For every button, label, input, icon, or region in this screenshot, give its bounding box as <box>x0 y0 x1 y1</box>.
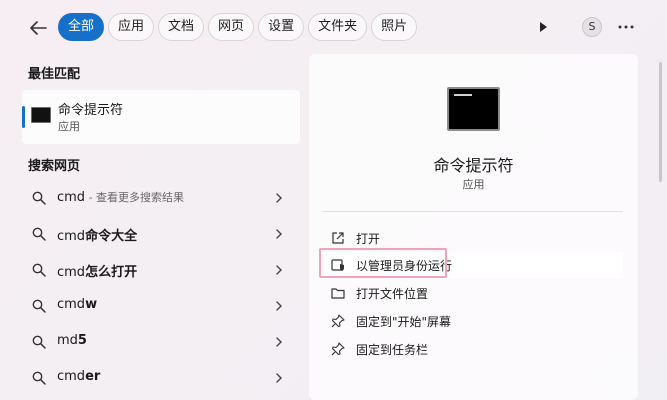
tab-documents[interactable]: 文档 <box>158 13 205 41</box>
action-open[interactable]: 打开 <box>323 225 623 251</box>
more-options-icon[interactable] <box>615 16 637 38</box>
user-avatar[interactable]: S <box>582 17 602 37</box>
action-label: 打开 <box>356 232 381 246</box>
chevron-right-icon <box>276 373 282 383</box>
tab-folders[interactable]: 文件夹 <box>308 13 368 41</box>
action-label: 以管理员身份运行 <box>356 259 453 273</box>
scrollbar-thumb[interactable] <box>659 62 662 182</box>
shield-admin-icon <box>331 259 344 271</box>
chevron-right-icon <box>276 265 282 275</box>
tab-settings[interactable]: 设置 <box>258 13 305 41</box>
tab-photos[interactable]: 照片 <box>371 13 418 41</box>
search-icon <box>32 227 46 241</box>
search-icon <box>32 191 46 205</box>
search-icon <box>32 299 46 313</box>
chevron-right-icon <box>276 301 282 311</box>
result-query-bold: er <box>85 369 101 384</box>
tab-all[interactable]: 全部 <box>58 13 105 41</box>
result-query-bold: 命令大全 <box>85 229 138 244</box>
open-external-icon <box>332 232 344 244</box>
folder-icon <box>331 288 345 299</box>
play-icon[interactable] <box>536 20 550 34</box>
result-query-bold: 怎么打开 <box>85 265 138 280</box>
chevron-right-icon <box>276 337 282 347</box>
result-query: cmd <box>57 190 86 205</box>
detail-subtitle: 应用 <box>462 178 485 191</box>
action-label: 打开文件位置 <box>356 287 429 301</box>
best-match-subtitle: 应用 <box>58 120 80 133</box>
result-query: cmd <box>57 229 86 244</box>
search-filter-bar: 全部 应用 文档 网页 设置 文件夹 照片 S <box>0 0 667 54</box>
result-hint: - 查看更多搜索结果 <box>85 191 185 204</box>
pin-icon <box>331 314 345 328</box>
best-match-title: 命令提示符 <box>58 103 124 118</box>
action-label: 固定到"开始"屏幕 <box>356 315 452 329</box>
action-pin-to-start[interactable]: 固定到"开始"屏幕 <box>323 308 623 334</box>
pin-icon <box>331 342 345 356</box>
action-open-file-location[interactable]: 打开文件位置 <box>323 280 623 306</box>
tab-apps[interactable]: 应用 <box>108 13 155 41</box>
detail-title: 命令提示符 <box>433 156 514 175</box>
result-query-bold: 5 <box>77 333 87 348</box>
scrollbar[interactable] <box>659 54 662 400</box>
search-icon <box>32 263 46 277</box>
best-match-heading: 最佳匹配 <box>28 67 81 82</box>
web-result-row[interactable]: md5 <box>22 325 300 359</box>
result-query: md <box>57 333 78 348</box>
result-query-bold: w <box>85 297 98 312</box>
arrow-left-icon <box>30 21 47 35</box>
web-result-row[interactable]: cmder <box>22 361 300 395</box>
action-pin-to-taskbar[interactable]: 固定到任务栏 <box>323 336 623 362</box>
chevron-right-icon <box>276 229 282 239</box>
web-search-heading: 搜索网页 <box>28 159 81 174</box>
result-query: cmd <box>57 265 86 280</box>
result-query: cmd <box>57 369 86 384</box>
app-detail-panel: 命令提示符 应用 打开 以管理员身份运行 打开文件位置 固定到"开始"屏幕 固定… <box>309 54 638 400</box>
action-label: 固定到任务栏 <box>356 343 429 357</box>
chevron-right-icon <box>276 193 282 203</box>
web-result-row[interactable]: cmd怎么打开 <box>22 253 300 287</box>
result-query: cmd <box>57 297 86 312</box>
search-icon <box>32 371 46 385</box>
selection-indicator <box>22 106 25 128</box>
divider <box>323 211 623 212</box>
command-prompt-large-icon <box>447 87 500 131</box>
web-result-row[interactable]: cmdw <box>22 289 300 323</box>
best-match-item[interactable]: 命令提示符 应用 <box>22 90 300 144</box>
command-prompt-icon <box>31 107 51 123</box>
tab-web[interactable]: 网页 <box>208 13 255 41</box>
action-run-as-admin[interactable]: 以管理员身份运行 <box>323 252 623 278</box>
web-result-row[interactable]: cmd - 查看更多搜索结果 <box>22 181 300 215</box>
web-result-row[interactable]: cmd命令大全 <box>22 217 300 251</box>
search-icon <box>32 335 46 349</box>
filter-tabs: 全部 应用 文档 网页 设置 文件夹 照片 <box>58 13 418 41</box>
back-button[interactable] <box>24 14 52 42</box>
